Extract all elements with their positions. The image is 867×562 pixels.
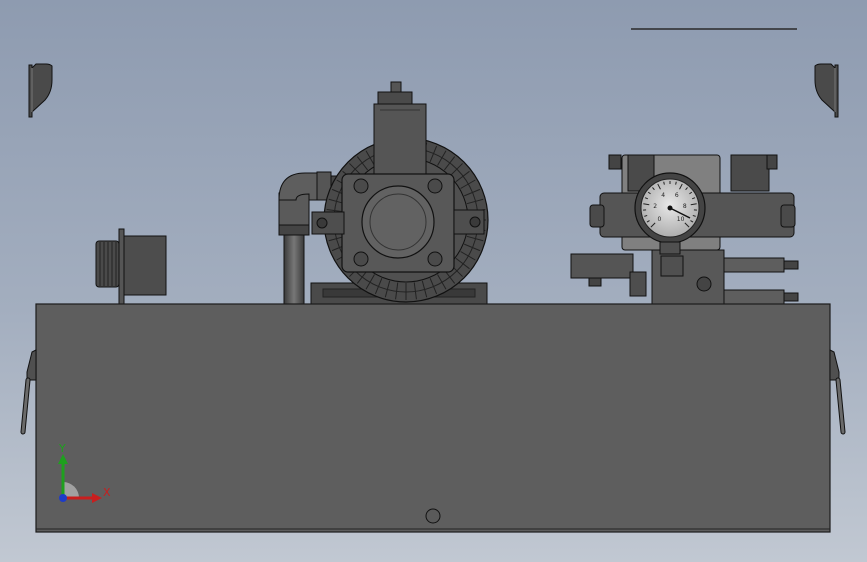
gauge-tick [675,181,677,185]
oil-tank[interactable] [35,303,831,533]
right-lifting-bracket[interactable] [814,63,839,118]
gauge-tick-label: 6 [675,192,679,199]
left-handle[interactable] [20,349,37,435]
triad-y-label: Y [59,442,66,455]
gauge-tick [663,181,665,185]
right-handle[interactable] [829,349,846,435]
gauge-tick-label: 4 [661,192,665,199]
left-lifting-bracket[interactable] [28,63,53,118]
model-scene[interactable]: 024 68 10 [0,0,867,562]
drain-plug[interactable] [425,508,441,524]
valve-manifold[interactable] [570,249,799,307]
triad-x-label: X [103,486,111,499]
cad-viewport[interactable]: 0 2 4 6 8 10 Y X [0,0,867,562]
triad-z-axis [59,494,67,502]
gauge-tick-label: 2 [653,203,657,210]
gauge-tick-label: 0 [657,216,661,223]
gauge-tick-label: 8 [683,203,687,210]
filler-breather-cap[interactable] [95,228,167,305]
gauge-tick-label: 10 [677,216,685,223]
